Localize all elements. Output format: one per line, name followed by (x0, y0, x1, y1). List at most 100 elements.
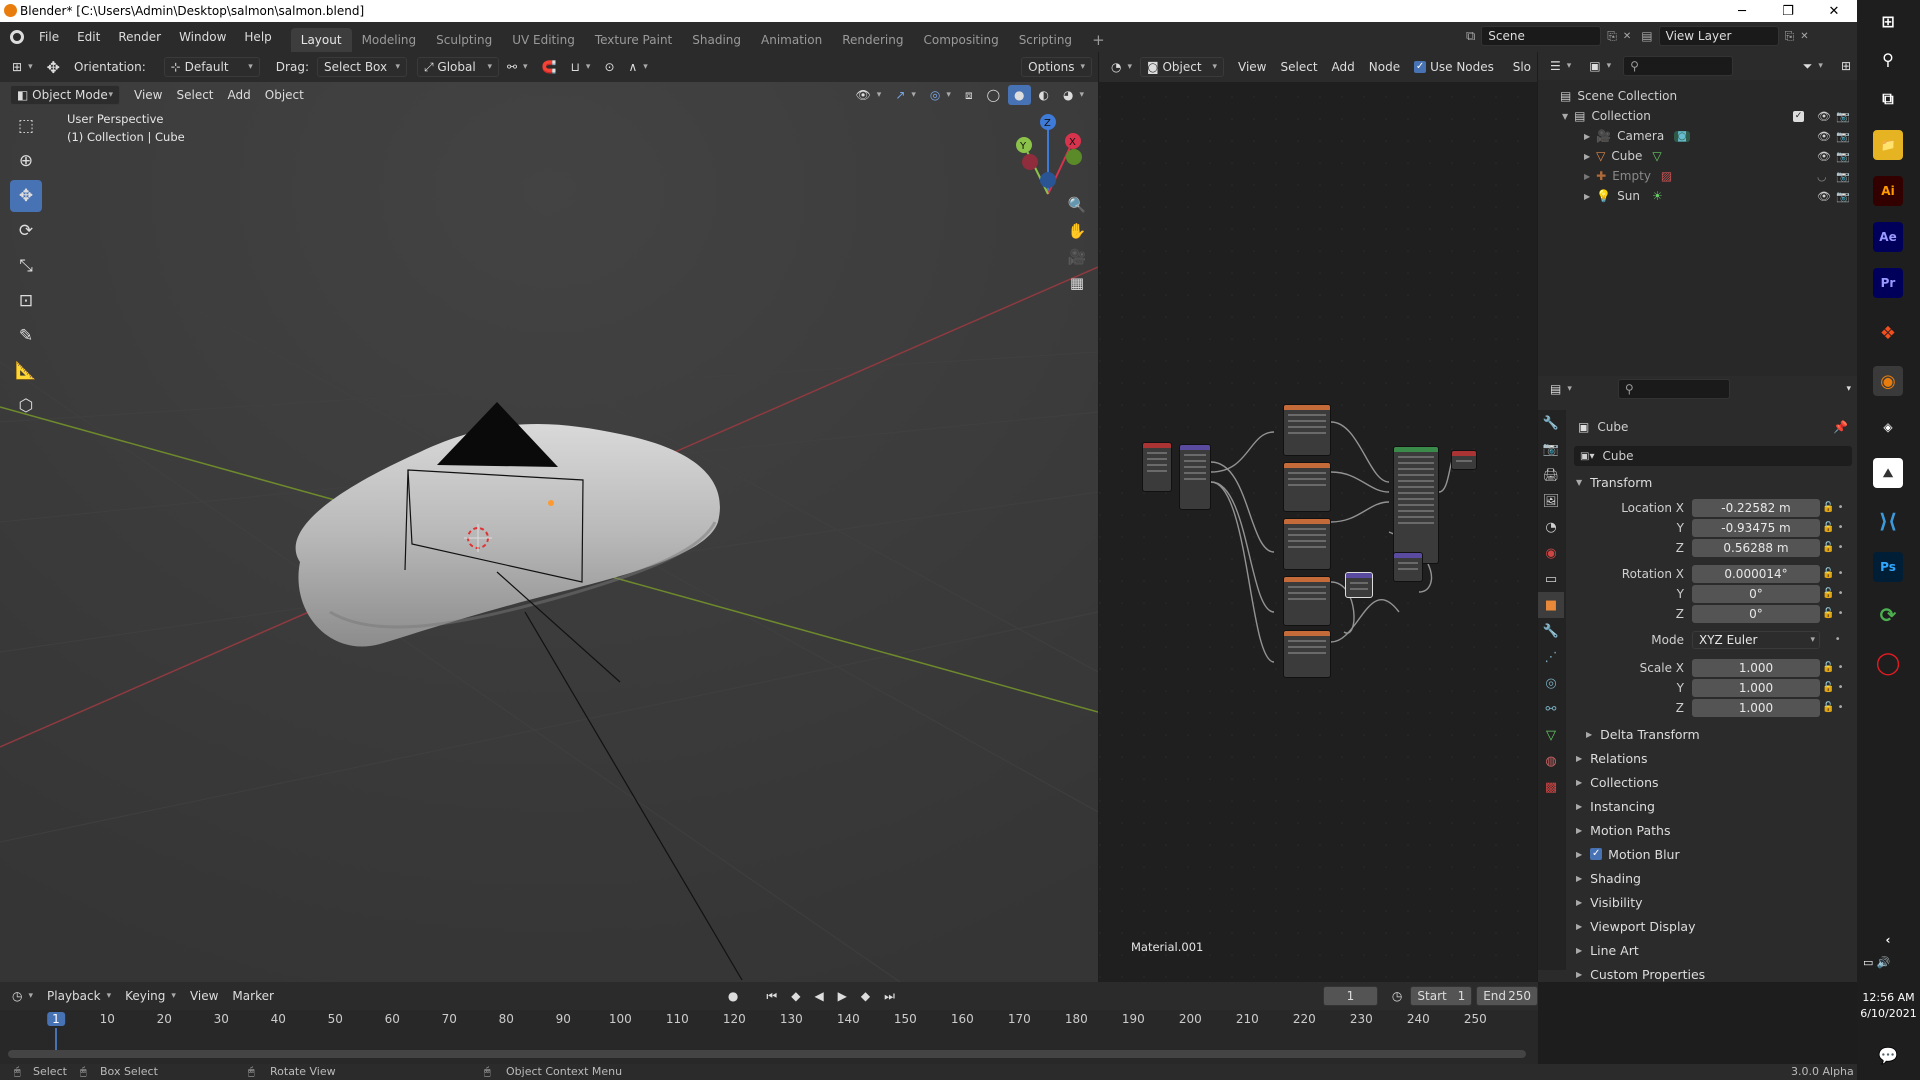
timeline-menu-marker[interactable]: Marker (226, 986, 279, 1006)
tab-animation[interactable]: Animation (751, 28, 832, 52)
volume-icon[interactable]: 🔊 (1877, 956, 1891, 969)
lock-icon[interactable]: 🔓 • (1822, 538, 1852, 558)
new-scene-icon[interactable]: ⎘ (1607, 29, 1617, 44)
render-tab-icon[interactable]: 📷 (1538, 436, 1564, 462)
node-input-5[interactable] (1283, 630, 1331, 678)
after-effects-icon[interactable]: Ae (1873, 222, 1903, 252)
menu-window[interactable]: Window (170, 22, 235, 52)
location-y-field[interactable]: -0.93475 m (1692, 519, 1820, 537)
render-camera-icon[interactable]: 📷 (1836, 110, 1850, 123)
figma-icon[interactable]: ❖ (1873, 318, 1903, 348)
measure-tool-icon[interactable]: 📐 (10, 355, 42, 387)
search-icon[interactable]: ⚲ (1873, 44, 1903, 74)
node-canvas[interactable] (1099, 52, 1537, 982)
menu-edit[interactable]: Edit (68, 22, 109, 52)
outliner-search[interactable]: ⚲ (1623, 56, 1734, 76)
material-tab-icon[interactable]: ◍ (1538, 748, 1564, 774)
timeline[interactable]: ◷ ▾ Playback ▾ Keying ▾ View Marker ● ⏮ ◆ ◀… (0, 982, 1538, 1064)
render-camera-icon[interactable]: 📷 (1836, 190, 1850, 203)
illustrator-icon[interactable]: Ai (1873, 176, 1903, 206)
visibility-icon[interactable]: 👁 ▾ (850, 85, 888, 105)
custom-properties-panel[interactable]: ▶ Custom Properties (1566, 962, 1866, 986)
camera-view-icon[interactable]: 🎥 (1064, 244, 1090, 270)
tab-modeling[interactable]: Modeling (352, 28, 427, 52)
file-explorer-icon[interactable]: 📁 (1873, 130, 1903, 160)
windows-start-icon[interactable]: ⊞ (1873, 6, 1903, 36)
clock[interactable]: 12:56 AM 6/10/2021 (1857, 990, 1920, 1022)
delete-view-layer-icon[interactable]: ✕ (1800, 31, 1808, 42)
zoom-icon[interactable]: 🔍 (1064, 192, 1090, 218)
node-input-1[interactable] (1283, 404, 1331, 456)
collections-panel[interactable]: ▶ Collections (1566, 770, 1866, 794)
node-editor-type-icon[interactable]: ◔ ▾ (1105, 57, 1138, 77)
lock-icon[interactable]: 🔓 • (1822, 604, 1852, 624)
tray-icons[interactable]: ▭ 🔊 (1863, 956, 1891, 969)
overlays-icon[interactable]: ◎ ▾ (924, 85, 957, 105)
tab-layout[interactable]: Layout (290, 28, 352, 52)
tab-scripting[interactable]: Scripting (1009, 28, 1082, 52)
gizmo-toggle-icon[interactable]: ↗ ▾ (889, 85, 922, 105)
falloff-icon[interactable]: ∧ ▾ (623, 57, 654, 77)
move-tool-icon[interactable]: ✥ (10, 180, 42, 212)
render-camera-icon[interactable]: 📷 (1836, 150, 1850, 163)
node-menu-node[interactable]: Node (1363, 57, 1406, 77)
minimize-button[interactable]: ─ (1719, 0, 1765, 22)
play-reverse-icon[interactable]: ◀ (808, 986, 829, 1006)
tab-sculpting[interactable]: Sculpting (426, 28, 502, 52)
outliner-collection[interactable]: ▼ ▤ Collection ✓ 👁 📷 (1538, 106, 1857, 126)
pin-icon[interactable]: 📌 (1833, 420, 1848, 434)
editor-type-icon[interactable]: ⊞ ▾ (6, 57, 39, 77)
transform-icon[interactable]: ✥ (41, 57, 66, 77)
lock-icon[interactable]: 🔓 • (1822, 698, 1852, 718)
expand-icon[interactable]: ▶ (1584, 152, 1590, 161)
menu-render[interactable]: Render (109, 22, 170, 52)
lock-icon[interactable]: 🔓 • (1822, 658, 1852, 678)
tab-texture-paint[interactable]: Texture Paint (585, 28, 682, 52)
node-material-output[interactable] (1451, 450, 1477, 470)
start-frame-field[interactable]: Start 1 (1410, 986, 1473, 1006)
lock-icon[interactable]: 🔓 • (1822, 584, 1852, 604)
lock-icon[interactable]: 🔓 • (1822, 678, 1852, 698)
network-icon[interactable]: ▭ (1863, 956, 1873, 969)
scale-tool-icon[interactable]: ⤡ (10, 250, 42, 282)
end-frame-field[interactable]: End 250 (1476, 986, 1538, 1006)
viewport-menu-view[interactable]: View (128, 85, 168, 105)
properties-options-icon[interactable]: ▾ (1840, 379, 1857, 399)
render-camera-icon[interactable]: 📷 (1836, 130, 1850, 143)
photoshop-icon[interactable]: Ps (1873, 552, 1903, 582)
viewport-scene[interactable]: Z X Y (0, 52, 1098, 982)
drag-dropdown[interactable]: Select Box ▾ (316, 57, 407, 77)
tab-compositing[interactable]: Compositing (913, 28, 1008, 52)
next-keyframe-icon[interactable]: ◆ (855, 986, 876, 1006)
filter-icon[interactable]: ⏷ ▾ (1797, 56, 1829, 76)
expand-icon[interactable]: ▶ (1584, 132, 1590, 141)
visibility-eye-icon[interactable]: 👁 (1817, 190, 1831, 203)
app-icon-a[interactable]: ◈ (1873, 412, 1903, 442)
outliner[interactable]: ☰ ▾ ▣ ▾ ⚲ ⏷ ▾ ⊞ ▤ Scene Collection ▼ ▤ Coll… (1538, 52, 1857, 376)
snap-target-icon[interactable]: ⊔ ▾ (565, 57, 597, 77)
expand-icon[interactable]: ▶ (1584, 172, 1590, 181)
instancing-panel[interactable]: ▶ Instancing (1566, 794, 1866, 818)
add-cube-tool-icon[interactable]: ⬡ (10, 390, 42, 422)
node-input-2[interactable] (1283, 462, 1331, 512)
blender-menu-icon[interactable] (10, 30, 24, 44)
timeline-scrollbar[interactable] (8, 1050, 1526, 1058)
rotation-mode-dropdown[interactable]: XYZ Euler ▾ (1692, 631, 1820, 649)
auto-keying-icon[interactable]: ● (722, 986, 744, 1006)
view-layer-field[interactable]: View Layer (1658, 26, 1779, 46)
timeline-track[interactable]: 1 10 20 30 40 50 60 70 80 90 100 110 120 130 140 150 160… (0, 1010, 1538, 1064)
view-layer-tab-icon[interactable]: 🖼 (1538, 488, 1564, 514)
proportional-edit-icon[interactable]: ⊙ (598, 57, 620, 77)
pan-hand-icon[interactable]: ✋ (1064, 218, 1090, 244)
pivot-icon[interactable]: ⚯ ▾ (501, 57, 534, 77)
properties-type-icon[interactable]: ▤ ▾ (1544, 379, 1578, 399)
outliner-item-empty[interactable]: ▶ ✚ Empty ▨ ◡ 📷 (1538, 166, 1857, 186)
visibility-eye-icon[interactable]: 👁 (1817, 150, 1831, 163)
node-menu-view[interactable]: View (1232, 57, 1272, 77)
node-input-3[interactable] (1283, 518, 1331, 570)
particles-tab-icon[interactable]: ⋰ (1538, 644, 1564, 670)
app-icon-b[interactable]: ⛰ (1873, 458, 1903, 488)
shader-type-dropdown[interactable]: ◙ Object ▾ (1140, 57, 1225, 77)
render-camera-icon[interactable]: 📷 (1836, 170, 1850, 183)
node-principled-bsdf[interactable] (1393, 446, 1439, 564)
